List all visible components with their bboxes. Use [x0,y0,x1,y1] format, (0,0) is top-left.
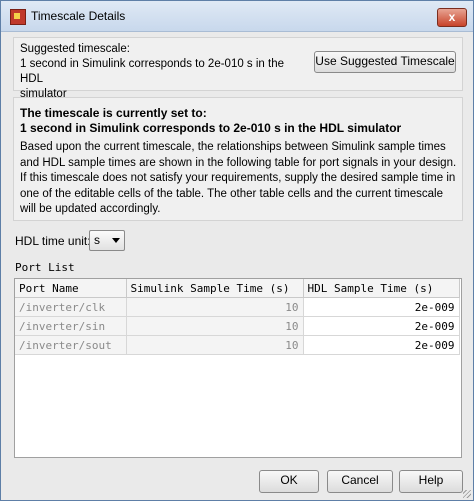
hdl-time-unit-label: HDL time unit: [15,234,91,248]
current-timescale-description: Based upon the current timescale, the re… [20,141,457,215]
table-row: /inverter/clk 10 2e-009 [15,297,460,317]
hdl-sample-time-cell[interactable]: 2e-009 [303,316,460,336]
table-header-row: Port Name Simulink Sample Time (s) HDL S… [15,279,460,298]
suggested-value-line: 1 second in Simulink corresponds to 2e-0… [20,58,285,85]
port-name-cell: /inverter/sout [15,335,127,355]
chevron-down-icon [112,238,120,243]
hdl-sample-time-cell[interactable]: 2e-009 [303,297,460,317]
matlab-app-icon [10,9,26,25]
table-row: /inverter/sout 10 2e-009 [15,335,460,355]
column-header-simulink-sample-time[interactable]: Simulink Sample Time (s) [126,279,304,298]
suggested-timescale-panel: Suggested timescale: 1 second in Simulin… [13,37,463,100]
hdl-time-unit-value: s [94,233,100,247]
help-button[interactable]: Help [399,470,463,493]
table-row: /inverter/sin 10 2e-009 [15,316,460,336]
cancel-button[interactable]: Cancel [327,470,393,493]
use-suggested-timescale-button[interactable]: Use Suggested Timescale [314,51,456,73]
port-name-cell: /inverter/clk [15,297,127,317]
simulink-sample-time-cell[interactable]: 10 [126,297,304,317]
resize-grip-icon[interactable] [463,490,471,498]
suggested-timescale-text: Suggested timescale: 1 second in Simulin… [20,42,310,102]
port-list-label: Port List [15,261,75,274]
current-timescale-heading: The timescale is currently set to: [20,106,207,120]
simulink-sample-time-cell[interactable]: 10 [126,316,304,336]
port-list-table: Port Name Simulink Sample Time (s) HDL S… [14,278,462,458]
port-name-cell: /inverter/sin [15,316,127,336]
hdl-time-unit-select[interactable]: s [89,230,125,251]
close-button[interactable]: x [437,8,467,27]
hdl-sample-time-cell[interactable]: 2e-009 [303,335,460,355]
current-timescale-panel: The timescale is currently set to: 1 sec… [13,97,463,221]
simulink-sample-time-cell[interactable]: 10 [126,335,304,355]
ok-button[interactable]: OK [259,470,319,493]
column-header-port-name[interactable]: Port Name [15,279,127,298]
timescale-details-dialog: Timescale Details x Suggested timescale:… [0,0,474,501]
title-bar[interactable]: Timescale Details x [1,1,473,32]
current-timescale-value: 1 second in Simulink corresponds to 2e-0… [20,121,402,135]
window-title: Timescale Details [31,9,126,23]
column-header-hdl-sample-time[interactable]: HDL Sample Time (s) [303,279,460,298]
suggested-heading: Suggested timescale: [20,43,130,55]
